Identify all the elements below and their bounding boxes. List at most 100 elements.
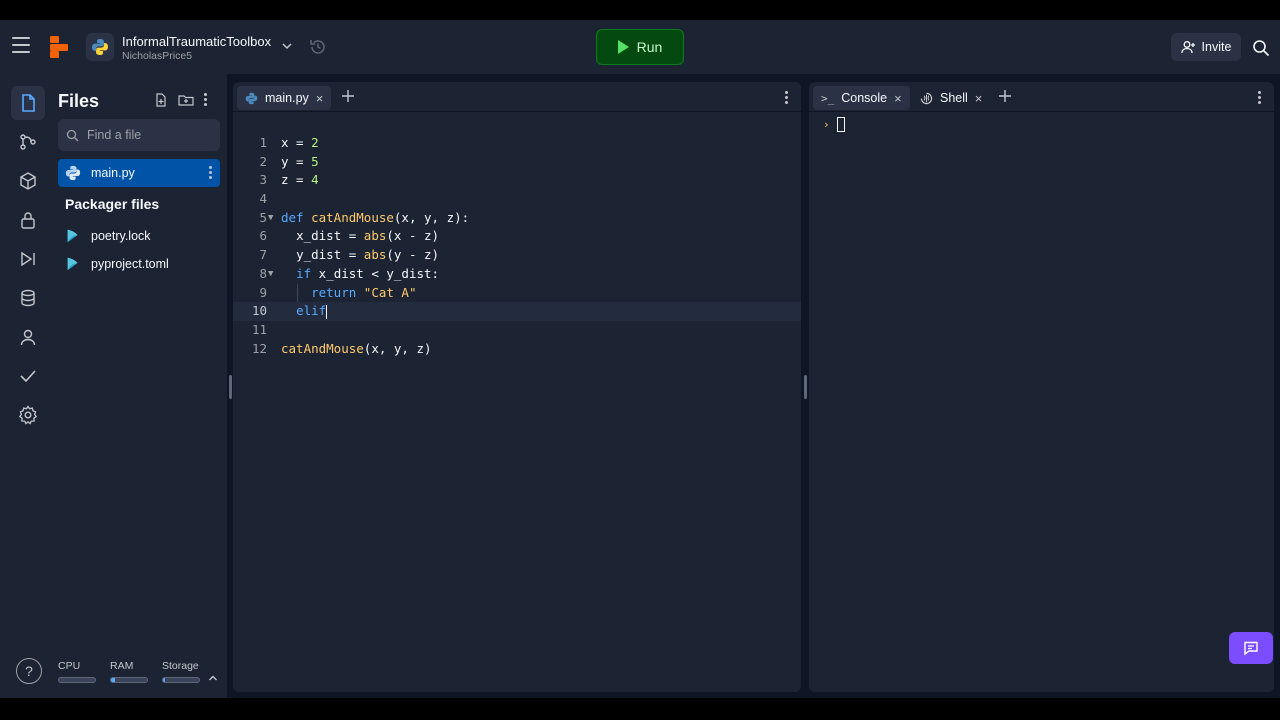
code-editor-pane: main.py × 1x = 2 2y = 5 3z = 4 4 5 ▼ def c… [233,82,801,692]
files-tool-button[interactable] [11,86,45,120]
user-icon [20,329,36,346]
new-folder-icon[interactable] [178,93,194,107]
search-icon[interactable] [1252,39,1270,57]
editor-menu-icon[interactable] [785,91,788,104]
files-panel: Files main.py Packager files poetry.lock… [50,74,227,698]
console-prompt: › [823,118,830,131]
git-branch-icon [20,134,36,150]
console-cursor[interactable] [837,117,845,132]
file-name: poetry.lock [91,229,151,243]
git-tool-button[interactable] [11,125,45,159]
code-line: 11 [251,321,267,337]
find-file-input[interactable] [87,128,207,142]
packager-files-title: Packager files [65,196,160,212]
chat-button[interactable] [1229,632,1273,664]
top-bar: InformalTraumaticToolbox NicholasPrice5 … [0,20,1280,74]
terminal-icon: >_ [821,91,835,105]
project-owner[interactable]: NicholasPrice5 [122,50,192,62]
text-caret [326,304,328,319]
resource-meters[interactable]: CPU RAM Storage [58,660,220,683]
python-icon[interactable] [86,33,114,61]
menu-icon[interactable] [12,37,30,57]
debugger-tool-button[interactable] [11,242,45,276]
chevron-down-icon[interactable] [280,39,294,53]
close-icon[interactable]: × [894,91,902,106]
code-line: 3z = 4 [259,172,319,188]
code-line: 12 catAndMouse(x, y, z) [251,340,432,356]
tab-main-py[interactable]: main.py × [237,86,332,110]
invite-button[interactable]: Invite [1171,33,1241,61]
invite-label: Invite [1201,40,1232,54]
code-line: 7 y_dist = abs(y - z) [259,247,440,263]
files-menu-icon[interactable] [204,93,207,107]
secrets-tool-button[interactable] [11,203,45,237]
console-pane: >_ Console × Shell × › [809,82,1274,692]
file-name: pyproject.toml [91,257,169,271]
tool-rail: ? [0,74,50,698]
new-file-icon[interactable] [154,93,168,107]
code-line-current: 10 elif [233,302,801,321]
fold-icon[interactable]: ▼ [268,265,273,284]
tab-label: Console [841,91,888,105]
help-button[interactable]: ? [16,658,42,684]
storage-fill [163,678,165,682]
fold-icon[interactable]: ▼ [268,209,273,228]
gear-icon [18,405,38,425]
packages-tool-button[interactable] [11,164,45,198]
pane-resize-handle[interactable] [804,375,807,399]
console-menu-icon[interactable] [1258,91,1261,104]
pane-resize-handle[interactable] [229,375,232,399]
close-icon[interactable]: × [975,91,983,106]
file-item-main-py[interactable]: main.py [58,159,220,187]
history-icon[interactable] [308,37,328,57]
add-tab-icon[interactable] [997,88,1013,104]
tab-shell[interactable]: Shell × [912,86,990,110]
file-icon [22,94,35,112]
cpu-meter: CPU [58,660,96,683]
code-area[interactable]: 1x = 2 2y = 5 3z = 4 4 5 ▼ def catAndMouse… [233,134,801,358]
settings-tool-button[interactable] [11,398,45,432]
auth-tool-button[interactable] [11,320,45,354]
database-tool-button[interactable] [11,281,45,315]
storage-meter: Storage [162,660,200,683]
code-line: 8 ▼ if x_dist < y_dist: [233,265,801,284]
python-icon [65,165,81,181]
python-icon [245,92,258,104]
close-icon[interactable]: × [316,91,324,106]
files-title: Files [58,91,100,111]
tab-console[interactable]: >_ Console × [813,86,910,110]
run-label: Run [636,39,663,55]
check-icon [20,370,36,383]
play-icon [617,40,629,54]
run-button[interactable]: Run [596,29,684,65]
code-line: 6 x_dist = abs(x - z) [259,228,440,244]
tests-tool-button[interactable] [11,359,45,393]
files-actions [154,93,207,107]
find-file-field[interactable] [58,119,220,151]
chevron-up-icon[interactable] [207,672,219,684]
tab-label: main.py [265,91,309,105]
file-menu-icon[interactable] [209,166,212,179]
project-name[interactable]: InformalTraumaticToolbox [122,34,271,49]
package-icon [20,172,36,190]
console-tab-bar: >_ Console × Shell × [809,82,1274,112]
database-icon [21,289,35,307]
code-line: 1x = 2 [259,135,319,150]
poetry-icon [67,257,78,271]
add-user-icon [1180,41,1195,54]
lock-icon [21,212,35,229]
poetry-icon [67,229,78,243]
code-line: 2y = 5 [259,153,319,169]
file-item-pyproject-toml[interactable]: pyproject.toml [58,250,220,278]
file-name: main.py [91,166,135,180]
editor-tab-bar: main.py × [233,82,801,112]
add-tab-icon[interactable] [340,88,356,104]
replit-logo-icon[interactable] [48,36,68,58]
debug-play-icon [21,251,35,267]
code-line: 4 [259,191,267,207]
ram-meter: RAM [110,660,148,683]
shell-icon [920,92,933,104]
code-line: 9 return "Cat A" [233,283,801,303]
file-item-poetry-lock[interactable]: poetry.lock [58,222,220,250]
search-icon [66,129,79,141]
